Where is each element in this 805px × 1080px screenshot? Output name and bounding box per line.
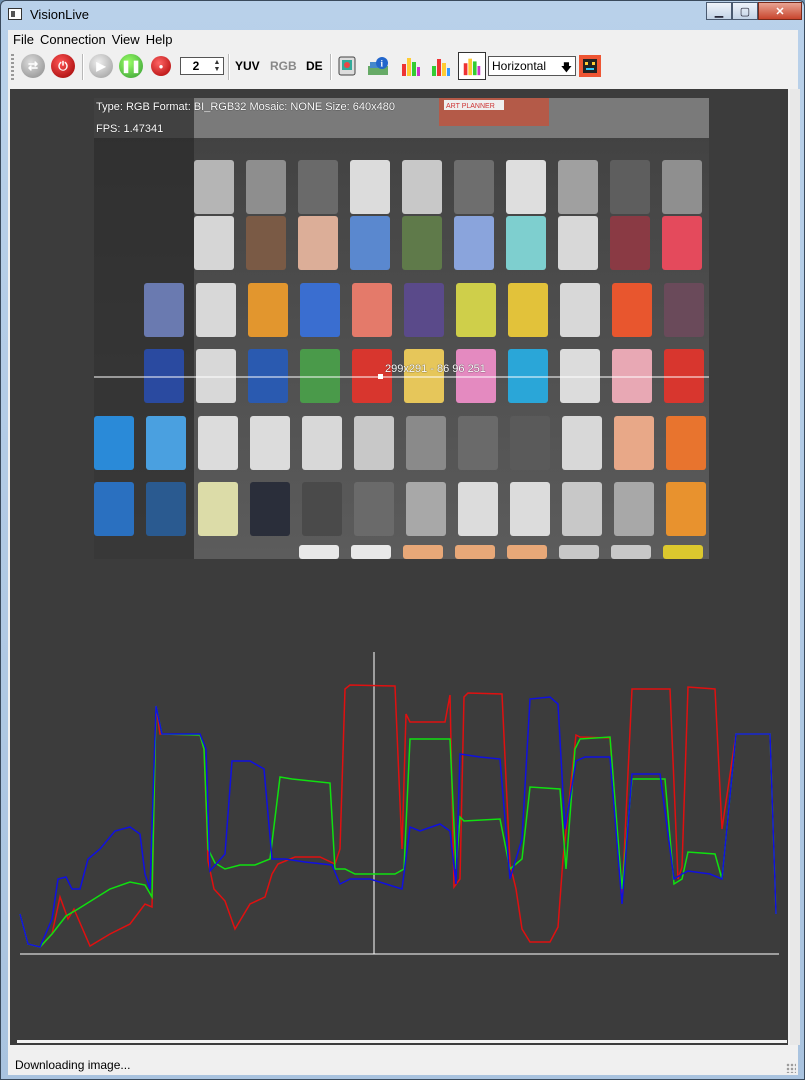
play-icon: ▶ (89, 54, 113, 78)
line-profile-chart (19, 652, 779, 955)
menu-help[interactable]: Help (145, 30, 178, 50)
resize-grip-icon[interactable] (786, 1063, 796, 1073)
rgb-button[interactable]: RGB (270, 59, 297, 73)
status-bar: Downloading image... (8, 1055, 798, 1075)
spin-value: 2 (192, 59, 200, 73)
line-profile-button[interactable] (458, 52, 486, 80)
play-button[interactable]: ▶ (89, 52, 113, 80)
minimize-button[interactable]: ▁ (706, 2, 732, 20)
orientation-value: Horizontal (492, 59, 547, 73)
toolbar-separator (82, 54, 84, 80)
frame-count-spinbox[interactable]: 2 ▲ ▼ (180, 57, 224, 75)
pause-icon: ❚❚ (119, 54, 143, 78)
disconnect-plug-icon: ⏻ (51, 54, 75, 78)
menu-file[interactable]: File (12, 30, 39, 50)
close-button[interactable]: ✕ (758, 2, 802, 20)
histogram-alt-icon[interactable] (429, 54, 453, 78)
toolbar-separator (330, 54, 332, 80)
menu-view[interactable]: View (111, 30, 145, 50)
image-panel: ART PLANNER Type: RGB Format: BI_RGB32 M… (10, 89, 788, 1045)
menu-bar: File Connection View Help (8, 30, 802, 50)
app-window: VisionLive ▁ ▢ ✕ File Connection View He… (0, 0, 805, 1080)
info-icon[interactable]: i (366, 54, 390, 78)
yuv-button[interactable]: YUV (235, 59, 260, 73)
panel-divider (17, 1040, 787, 1043)
spin-arrows-icon[interactable]: ▲ ▼ (211, 59, 223, 73)
line-profile-icon (463, 58, 481, 76)
toolbar: ⇄ ⏻ ▶ ❚❚ ● 2 ▲ ▼ YUV RGB DE i Horizontal… (8, 50, 798, 84)
vertical-scrollbar[interactable] (790, 89, 800, 1045)
display-icon[interactable] (336, 54, 360, 78)
maximize-button[interactable]: ▢ (732, 2, 758, 20)
red-channel-line (19, 684, 777, 948)
pause-button[interactable]: ❚❚ (119, 52, 143, 80)
client-area: File Connection View Help ⇄ ⏻ ▶ ❚❚ ● 2 ▲… (8, 30, 800, 1075)
window-title: VisionLive (30, 7, 90, 22)
de-button[interactable]: DE (306, 59, 323, 73)
title-bar: VisionLive ▁ ▢ ✕ (1, 1, 804, 29)
histogram-icon[interactable] (399, 54, 423, 78)
toolbar-separator (228, 54, 230, 80)
disconnect-button[interactable]: ⏻ (51, 52, 75, 80)
blue-channel-line (19, 696, 777, 948)
chevron-down-icon: 🡇 (560, 62, 572, 74)
menu-connection[interactable]: Connection (39, 30, 111, 50)
record-button[interactable]: ● (151, 52, 171, 80)
error-face-icon[interactable] (578, 54, 602, 78)
record-icon: ● (151, 56, 171, 76)
toolbar-grip[interactable] (11, 54, 14, 80)
refresh-icon: ⇄ (21, 54, 45, 78)
app-icon (8, 8, 22, 20)
status-text: Downloading image... (15, 1058, 131, 1072)
refresh-button[interactable]: ⇄ (21, 52, 45, 80)
orientation-select[interactable]: Horizontal 🡇 (488, 56, 576, 76)
